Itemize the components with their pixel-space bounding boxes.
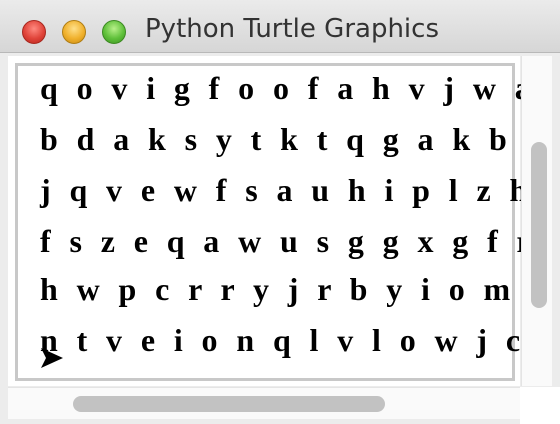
turtle-arrow-icon — [41, 348, 63, 368]
turtle-window: Python Turtle Graphics q o v i g f o o f… — [0, 0, 560, 424]
letter-row-5: h w p c r r y j r b y i o m l — [40, 271, 544, 307]
horizontal-scrollbar[interactable] — [8, 387, 520, 419]
letter-row-1: q o v i g f o o f a h v j w a — [40, 70, 537, 106]
title-bar[interactable]: Python Turtle Graphics — [0, 0, 560, 53]
vertical-scrollbar-thumb[interactable] — [531, 142, 547, 308]
close-window-button[interactable] — [22, 20, 46, 44]
letter-row-2: b d a k s y t k t q g a k b t — [40, 121, 542, 157]
window-title: Python Turtle Graphics — [145, 14, 439, 44]
scrollbar-corner — [520, 387, 560, 424]
minimize-window-button[interactable] — [62, 20, 86, 44]
zoom-window-button[interactable] — [102, 20, 126, 44]
vertical-scrollbar[interactable] — [521, 56, 552, 386]
letter-row-3: j q v e w f s a u h i p l z h — [40, 172, 533, 208]
letter-row-6: n t v e i o n q l v l o w j c — [40, 322, 526, 358]
horizontal-scrollbar-thumb[interactable] — [73, 396, 385, 412]
letter-row-4: f s z e q a w u s g g x g f r — [40, 223, 537, 259]
